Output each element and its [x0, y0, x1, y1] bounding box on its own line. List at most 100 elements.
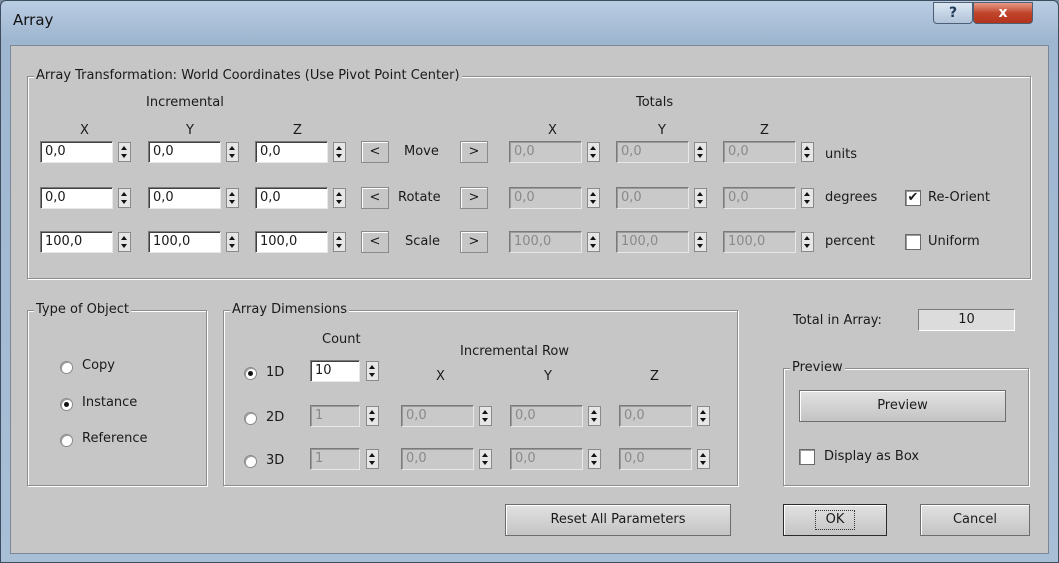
- uniform-checkbox[interactable]: [905, 234, 921, 250]
- scale-z-incremental-field[interactable]: 100,0: [255, 231, 328, 253]
- spinner-arrows-icon[interactable]: [333, 232, 346, 252]
- dim-x-header: X: [436, 369, 445, 384]
- tot-y-header: Y: [658, 123, 666, 138]
- count-3d-spinner: 1: [310, 448, 380, 470]
- inc-y-header: Y: [186, 123, 194, 138]
- dim-1d-label: 1D: [266, 365, 285, 380]
- spinner-arrows-icon: [697, 449, 710, 469]
- array-dimensions-group: Array Dimensions Count Incremental Row X…: [223, 302, 738, 486]
- spinner-arrows-icon[interactable]: [226, 142, 239, 162]
- rotate-z-incremental-field[interactable]: 0,0: [255, 187, 328, 209]
- scale-right-arrow-button[interactable]: >: [460, 231, 488, 253]
- move-right-arrow-button[interactable]: >: [460, 141, 488, 163]
- spinner-arrows-icon: [694, 232, 707, 252]
- count-1d-field[interactable]: 10: [310, 360, 360, 382]
- row-2d-y-spinner: 0,0: [510, 405, 602, 427]
- count-2d-spinner: 1: [310, 405, 380, 427]
- move-z-incremental-spinner[interactable]: 0,0: [255, 141, 347, 163]
- copy-radio[interactable]: [60, 361, 73, 374]
- spinner-arrows-icon: [801, 232, 814, 252]
- dim-1d-radio[interactable]: [244, 367, 257, 380]
- spinner-arrows-icon: [694, 142, 707, 162]
- close-button[interactable]: x: [973, 2, 1033, 24]
- row-3d-z-field: 0,0: [619, 448, 692, 470]
- move-x-incremental-spinner[interactable]: 0,0: [40, 141, 132, 163]
- preview-group-label: Preview: [790, 360, 845, 375]
- spinner-arrows-icon[interactable]: [118, 142, 131, 162]
- rotate-y-total-spinner: 0,0: [616, 187, 708, 209]
- spinner-arrows-icon[interactable]: [333, 188, 346, 208]
- move-x-total-spinner: 0,0: [509, 141, 601, 163]
- title-bar: Array ? x: [1, 1, 1058, 45]
- scale-y-incremental-field[interactable]: 100,0: [148, 231, 221, 253]
- rotate-left-arrow-button[interactable]: <: [361, 187, 389, 209]
- rotate-x-incremental-spinner[interactable]: 0,0: [40, 187, 132, 209]
- scale-z-total-field: 100,0: [723, 231, 796, 253]
- move-y-incremental-spinner[interactable]: 0,0: [148, 141, 240, 163]
- inc-x-header: X: [80, 123, 89, 138]
- preview-button[interactable]: Preview: [799, 390, 1006, 422]
- move-x-incremental-field[interactable]: 0,0: [40, 141, 113, 163]
- spinner-arrows-icon: [694, 188, 707, 208]
- move-z-incremental-field[interactable]: 0,0: [255, 141, 328, 163]
- rotate-z-incremental-spinner[interactable]: 0,0: [255, 187, 347, 209]
- rotate-right-arrow-button[interactable]: >: [460, 187, 488, 209]
- array-transformation-group: Array Transformation: World Coordinates …: [27, 68, 1031, 279]
- scale-unit-label: percent: [825, 234, 875, 249]
- count-2d-field: 1: [310, 405, 360, 427]
- count-1d-spinner[interactable]: 10: [310, 360, 380, 382]
- spinner-arrows-icon[interactable]: [333, 142, 346, 162]
- preview-group: Preview Preview Display as Box: [783, 360, 1029, 486]
- scale-x-incremental-spinner[interactable]: 100,0: [40, 231, 132, 253]
- reorient-checkbox[interactable]: ✔: [905, 190, 921, 206]
- rotate-y-incremental-field[interactable]: 0,0: [148, 187, 221, 209]
- spinner-arrows-icon[interactable]: [366, 361, 379, 381]
- scale-left-arrow-button[interactable]: <: [361, 231, 389, 253]
- rotate-z-total-spinner: 0,0: [723, 187, 815, 209]
- count-3d-field: 1: [310, 448, 360, 470]
- row-3d-y-spinner: 0,0: [510, 448, 602, 470]
- count-label: Count: [322, 332, 361, 347]
- rotate-x-incremental-field[interactable]: 0,0: [40, 187, 113, 209]
- rotate-label: Rotate: [398, 190, 441, 205]
- help-button[interactable]: ?: [933, 2, 973, 24]
- cancel-button[interactable]: Cancel: [920, 504, 1030, 536]
- spinner-arrows-icon[interactable]: [118, 188, 131, 208]
- reorient-label: Re-Orient: [928, 190, 991, 205]
- rotate-z-total-field: 0,0: [723, 187, 796, 209]
- spinner-arrows-icon[interactable]: [118, 232, 131, 252]
- move-y-total-spinner: 0,0: [616, 141, 708, 163]
- dim-3d-radio[interactable]: [244, 455, 257, 468]
- spinner-arrows-icon: [587, 188, 600, 208]
- spinner-arrows-icon[interactable]: [226, 232, 239, 252]
- spinner-arrows-icon: [697, 406, 710, 426]
- reset-all-parameters-button[interactable]: Reset All Parameters: [505, 504, 731, 536]
- spinner-arrows-icon: [587, 142, 600, 162]
- spinner-arrows-icon: [366, 406, 379, 426]
- array-dimensions-label: Array Dimensions: [230, 302, 350, 317]
- dim-3d-label: 3D: [266, 453, 285, 468]
- rotate-y-incremental-spinner[interactable]: 0,0: [148, 187, 240, 209]
- row-3d-x-spinner: 0,0: [401, 448, 493, 470]
- move-y-total-field: 0,0: [616, 141, 689, 163]
- type-of-object-group: Type of Object Copy Instance Reference: [27, 302, 207, 486]
- scale-x-total-field: 100,0: [509, 231, 582, 253]
- scale-z-incremental-spinner[interactable]: 100,0: [255, 231, 347, 253]
- display-as-box-label: Display as Box: [824, 449, 920, 464]
- spinner-arrows-icon[interactable]: [226, 188, 239, 208]
- reference-radio[interactable]: [60, 434, 73, 447]
- scale-x-incremental-field[interactable]: 100,0: [40, 231, 113, 253]
- dim-y-header: Y: [544, 369, 552, 384]
- move-z-total-field: 0,0: [723, 141, 796, 163]
- row-3d-y-field: 0,0: [510, 448, 583, 470]
- dim-z-header: Z: [650, 369, 659, 384]
- rotate-unit-label: degrees: [825, 190, 878, 205]
- ok-button[interactable]: OK: [783, 504, 887, 536]
- move-y-incremental-field[interactable]: 0,0: [148, 141, 221, 163]
- scale-y-incremental-spinner[interactable]: 100,0: [148, 231, 240, 253]
- instance-radio[interactable]: [60, 398, 73, 411]
- dim-2d-radio[interactable]: [244, 412, 257, 425]
- move-left-arrow-button[interactable]: <: [361, 141, 389, 163]
- ok-label: OK: [814, 510, 856, 530]
- display-as-box-checkbox[interactable]: [799, 449, 815, 465]
